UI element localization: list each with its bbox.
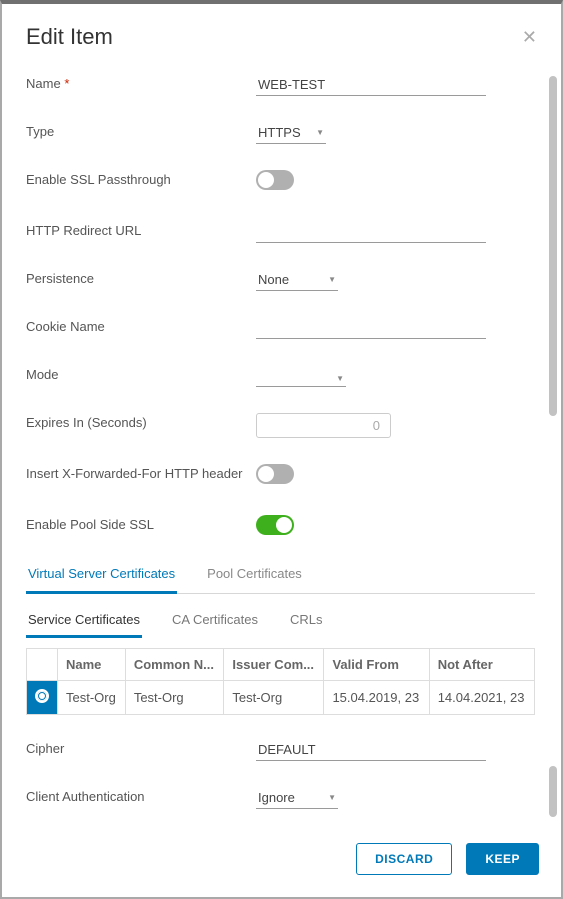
- pool-ssl-label: Enable Pool Side SSL: [26, 515, 256, 532]
- xff-label: Insert X-Forwarded-For HTTP header: [26, 464, 256, 481]
- col-not-after: Not After: [429, 648, 534, 680]
- tab-pool-certs[interactable]: Pool Certificates: [205, 558, 304, 593]
- name-label: Name *: [26, 74, 256, 91]
- col-name: Name: [58, 648, 126, 680]
- subtab-ca-certs[interactable]: CA Certificates: [170, 606, 260, 638]
- expires-label: Expires In (Seconds): [26, 413, 256, 430]
- cell-from: 15.04.2019, 23: [324, 680, 429, 714]
- keep-button[interactable]: KEEP: [466, 843, 539, 875]
- persistence-label: Persistence: [26, 269, 256, 286]
- col-issuer: Issuer Com...: [224, 648, 324, 680]
- mode-select[interactable]: ▼: [256, 371, 346, 387]
- cipher-label: Cipher: [26, 739, 256, 756]
- cookie-name-input[interactable]: [256, 317, 486, 339]
- row-radio[interactable]: [27, 680, 58, 714]
- table-row[interactable]: Test-Org Test-Org Test-Org 15.04.2019, 2…: [27, 680, 535, 714]
- ssl-passthrough-toggle[interactable]: [256, 170, 294, 190]
- col-common-name: Common N...: [125, 648, 224, 680]
- xff-toggle[interactable]: [256, 464, 294, 484]
- pool-ssl-toggle[interactable]: [256, 515, 294, 535]
- cell-cn: Test-Org: [125, 680, 224, 714]
- tab-virtual-server-certs[interactable]: Virtual Server Certificates: [26, 558, 177, 594]
- persistence-select[interactable]: None▼: [256, 269, 338, 291]
- name-input[interactable]: [256, 74, 486, 96]
- cipher-input[interactable]: [256, 739, 486, 761]
- mode-label: Mode: [26, 365, 256, 382]
- scrollbar[interactable]: [549, 76, 561, 817]
- type-label: Type: [26, 122, 256, 139]
- certificates-table: Name Common N... Issuer Com... Valid Fro…: [26, 648, 535, 715]
- scrollbar-thumb-bottom[interactable]: [549, 766, 557, 817]
- chevron-down-icon: ▼: [328, 793, 336, 802]
- type-select[interactable]: HTTPS▼: [256, 122, 326, 144]
- chevron-down-icon: ▼: [336, 374, 344, 383]
- chevron-down-icon: ▼: [316, 128, 324, 137]
- cell-name: Test-Org: [58, 680, 126, 714]
- cell-to: 14.04.2021, 23: [429, 680, 534, 714]
- expires-input[interactable]: [256, 413, 391, 438]
- subtab-crls[interactable]: CRLs: [288, 606, 325, 638]
- close-icon[interactable]: ✕: [522, 27, 537, 48]
- scrollbar-thumb-top[interactable]: [549, 76, 557, 416]
- cookie-name-label: Cookie Name: [26, 317, 256, 334]
- discard-button[interactable]: DISCARD: [356, 843, 452, 875]
- redirect-url-input[interactable]: [256, 221, 486, 243]
- client-auth-label: Client Authentication: [26, 787, 256, 804]
- cert-main-tabs: Virtual Server Certificates Pool Certifi…: [26, 558, 535, 594]
- col-valid-from: Valid From: [324, 648, 429, 680]
- client-auth-select[interactable]: Ignore▼: [256, 787, 338, 809]
- modal-footer: DISCARD KEEP: [2, 825, 561, 897]
- modal-header: Edit Item ✕: [2, 4, 561, 58]
- redirect-url-label: HTTP Redirect URL: [26, 221, 256, 238]
- chevron-down-icon: ▼: [328, 275, 336, 284]
- modal-body: Name * Type HTTPS▼ Enable SSL Passthroug…: [2, 58, 561, 825]
- table-header-row: Name Common N... Issuer Com... Valid Fro…: [27, 648, 535, 680]
- modal-title: Edit Item: [26, 24, 113, 50]
- cell-issuer: Test-Org: [224, 680, 324, 714]
- ssl-passthrough-label: Enable SSL Passthrough: [26, 170, 256, 187]
- cert-sub-tabs: Service Certificates CA Certificates CRL…: [26, 606, 535, 638]
- subtab-service-certs[interactable]: Service Certificates: [26, 606, 142, 638]
